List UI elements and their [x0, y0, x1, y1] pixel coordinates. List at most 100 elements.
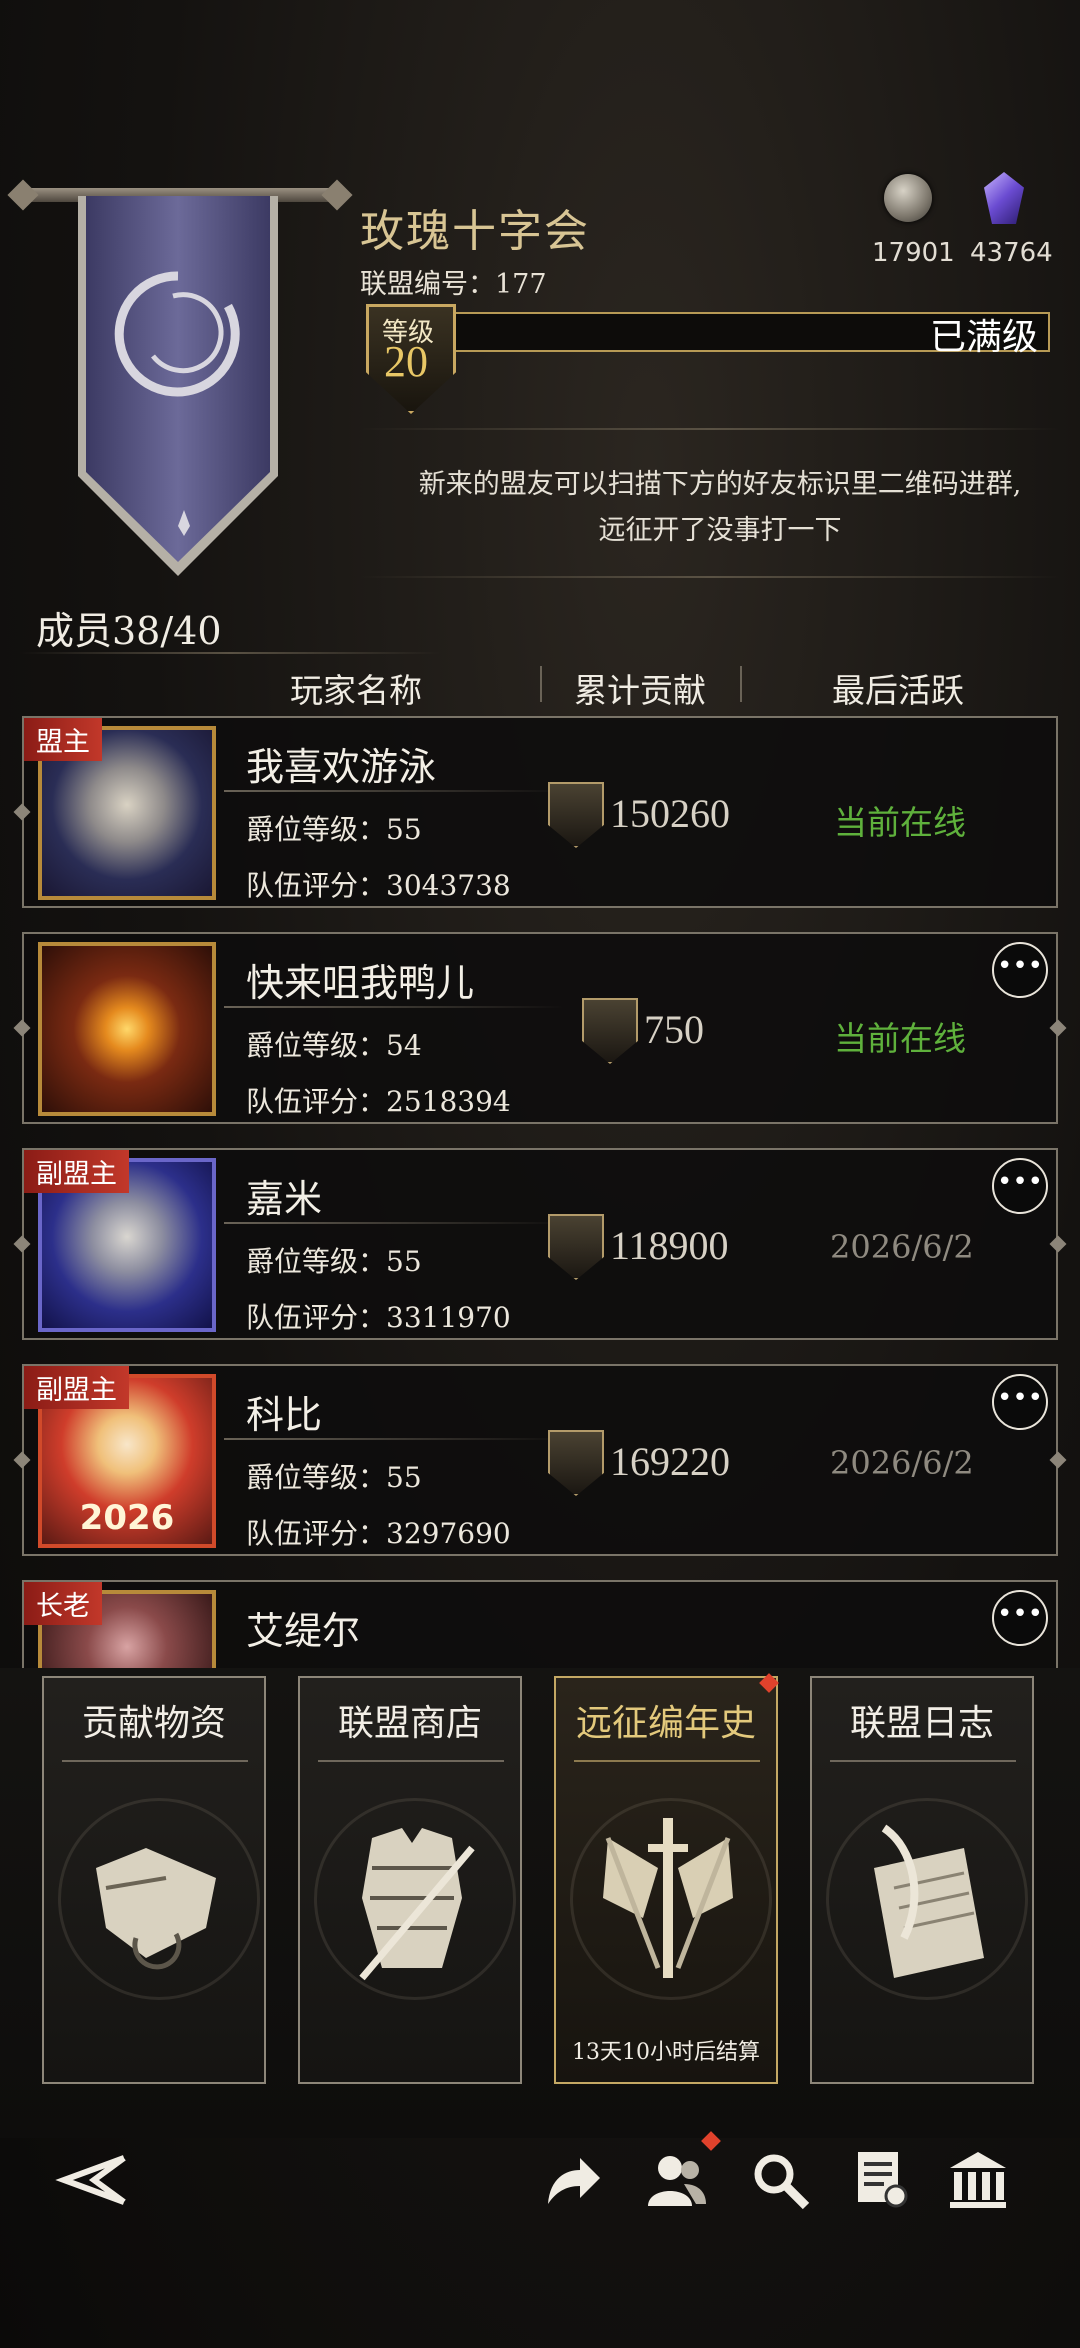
- score-label: 队伍评分：: [246, 869, 387, 902]
- share-icon[interactable]: [540, 2148, 604, 2212]
- last-active: 2026/6/2: [830, 1444, 974, 1482]
- level-bar: 已满级: [440, 312, 1050, 358]
- member-row[interactable]: 快来咀我鸭儿 爵位等级：54 队伍评分：2518394 750 当前在线 •••: [13, 932, 1067, 1124]
- score-line: 队伍评分：2518394: [246, 1080, 511, 1120]
- name-underline: [224, 1006, 564, 1008]
- rank-line: 爵位等级：55: [246, 1456, 422, 1496]
- armor-sword-icon: [359, 1828, 475, 1981]
- column-last-active[interactable]: 最后活跃: [832, 664, 964, 712]
- card-title: 联盟商店: [337, 1703, 482, 1744]
- rank-value: 55: [386, 813, 422, 846]
- divider: [20, 652, 440, 654]
- row-ornament: [13, 1235, 31, 1253]
- last-active: 当前在线: [834, 803, 966, 842]
- column-divider: [740, 666, 742, 702]
- guild-banner[interactable]: [78, 196, 278, 576]
- more-options-button[interactable]: •••: [992, 942, 1048, 998]
- more-options-button[interactable]: •••: [992, 1374, 1048, 1430]
- rank-label: 爵位等级：: [246, 813, 387, 846]
- name-underline: [224, 790, 564, 792]
- rank-label: 爵位等级：: [246, 1461, 387, 1494]
- row-ornament: [13, 1451, 31, 1469]
- contribution-icon: [582, 998, 638, 1064]
- back-icon[interactable]: [54, 2148, 138, 2212]
- guild-level: 20: [384, 337, 428, 386]
- member-name: 科比: [246, 1393, 323, 1437]
- score-value: 3043738: [386, 869, 511, 902]
- divider: [360, 576, 1060, 578]
- rank-value: 54: [386, 1029, 422, 1062]
- member-count: 成员38/40: [36, 609, 222, 653]
- name-underline: [224, 1438, 564, 1440]
- contribution-icon: [548, 1214, 604, 1280]
- rod-tip-right: [321, 179, 353, 211]
- last-active: 当前在线: [834, 1019, 966, 1058]
- quill-paper-icon: [874, 1824, 984, 1978]
- gem-amount: 43764: [970, 238, 1053, 268]
- title-underline: [574, 1760, 760, 1762]
- crossed-flags-sword-icon: [603, 1818, 733, 1978]
- silver-amount: 17901: [872, 238, 955, 268]
- card-guild-shop[interactable]: 联盟商店: [298, 1676, 522, 2084]
- contribution-value: 150260: [610, 791, 730, 836]
- row-ornament: [13, 1019, 31, 1037]
- contribution-icon: [548, 1430, 604, 1496]
- rod-tip-left: [7, 179, 39, 211]
- score-value: 2518394: [386, 1085, 511, 1118]
- column-divider: [540, 666, 542, 702]
- notice-line-2: 远征开了没事打一下: [598, 515, 842, 546]
- avatar[interactable]: [38, 942, 216, 1116]
- rank-value: 55: [386, 1461, 422, 1494]
- scroll-icon: [96, 1848, 216, 1970]
- more-options-button[interactable]: •••: [992, 1590, 1048, 1646]
- guild-name: 玫瑰十字会: [360, 206, 590, 257]
- rank-label: 爵位等级：: [246, 1029, 387, 1062]
- search-icon[interactable]: [748, 2148, 812, 2212]
- member-name: 嘉米: [246, 1177, 323, 1221]
- role-badge: 副盟主: [24, 1150, 129, 1193]
- member-name: 艾缇尔: [246, 1609, 361, 1653]
- role-badge: 副盟主: [24, 1366, 129, 1409]
- score-value: 3297690: [386, 1517, 511, 1550]
- column-player[interactable]: 玩家名称: [290, 664, 422, 712]
- column-contribution[interactable]: 累计贡献: [574, 664, 706, 712]
- score-line: 队伍评分：3311970: [246, 1296, 511, 1336]
- last-active: 2026/6/2: [830, 1228, 974, 1266]
- divider: [360, 428, 1060, 430]
- card-guild-log[interactable]: 联盟日志: [810, 1676, 1034, 2084]
- more-options-button[interactable]: •••: [992, 1158, 1048, 1214]
- score-value: 3311970: [386, 1301, 511, 1334]
- notice-line-1: 新来的盟友可以扫描下方的好友标识里二维码进群,: [418, 469, 1022, 500]
- bank-icon[interactable]: [946, 2148, 1010, 2212]
- member-row[interactable]: 2026 副盟主 科比 爵位等级：55 队伍评分：3297690 169220 …: [13, 1364, 1067, 1556]
- rank-line: 爵位等级：55: [246, 1240, 422, 1280]
- level-status: 已满级: [929, 317, 1038, 358]
- row-ornament: [1049, 1019, 1067, 1037]
- member-name: 我喜欢游泳: [246, 745, 437, 789]
- score-label: 队伍评分：: [246, 1301, 387, 1334]
- score-label: 队伍评分：: [246, 1085, 387, 1118]
- guild-id: 联盟编号：177: [360, 269, 547, 300]
- contribution-value: 118900: [610, 1223, 729, 1268]
- contribution-icon: [548, 782, 604, 848]
- card-title: 联盟日志: [849, 1703, 994, 1744]
- title-underline: [830, 1760, 1016, 1762]
- rank-line: 爵位等级：55: [246, 808, 422, 848]
- card-title: 远征编年史: [575, 1703, 756, 1744]
- members-icon[interactable]: [644, 2148, 708, 2212]
- score-line: 队伍评分：3297690: [246, 1512, 511, 1552]
- role-badge: 长老: [24, 1582, 102, 1625]
- silver-coin-icon: [884, 174, 932, 222]
- card-title: 贡献物资: [81, 1703, 226, 1744]
- score-label: 队伍评分：: [246, 1517, 387, 1550]
- row-ornament: [1049, 1235, 1067, 1253]
- document-icon[interactable]: [850, 2148, 914, 2212]
- title-underline: [62, 1760, 248, 1762]
- avatar-badge: 2026: [79, 1498, 175, 1538]
- member-row[interactable]: 长老 艾缇尔 •••: [22, 1580, 1058, 1682]
- card-expedition-chronicle[interactable]: 远征编年史 13天10小时后结算: [554, 1676, 778, 2084]
- card-donate-supplies[interactable]: 贡献物资: [42, 1676, 266, 2084]
- row-ornament: [13, 803, 31, 821]
- member-row[interactable]: 盟主 我喜欢游泳 爵位等级：55 队伍评分：3043738 150260 当前在…: [13, 716, 1058, 908]
- member-row[interactable]: 副盟主 嘉米 爵位等级：55 队伍评分：3311970 118900 2026/…: [13, 1148, 1067, 1340]
